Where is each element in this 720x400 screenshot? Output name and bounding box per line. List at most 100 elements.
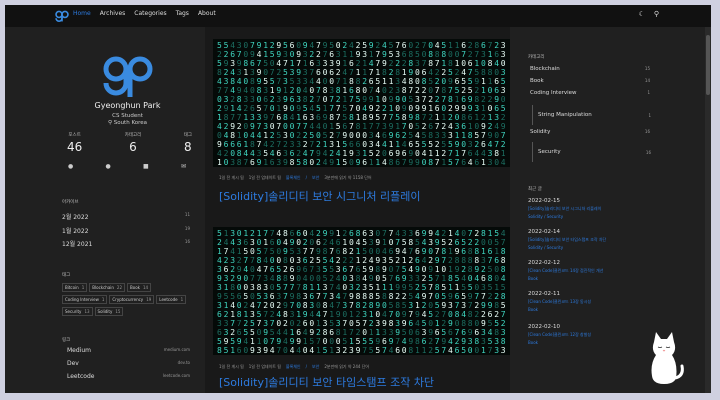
stat-categories[interactable]: 카테고리 6 [125,132,142,154]
tag-chip[interactable]: Solidity 15 [94,307,124,316]
matrix-glyph: 0 [455,50,460,59]
matrix-glyph: 0 [276,238,281,247]
archive-item[interactable]: 1월 2022 19 [62,226,190,235]
matrix-glyph: 9 [257,158,262,167]
matrix-glyph: 8 [303,283,308,292]
tag-chip[interactable]: Leetcode 1 [156,295,187,304]
matrix-glyph: 2 [422,301,427,310]
post-thumbnail[interactable]: 5214393936365814726315123395344322854172… [213,227,510,355]
matrix-glyph: 8 [356,86,361,95]
archive-item[interactable]: 12월 2021 16 [62,239,190,248]
link-item[interactable]: Dev dev.to [67,360,190,367]
matrix-glyph: 9 [402,274,407,283]
post-thumbnail[interactable]: 5258470214094152923739824620463484217986… [213,39,510,167]
site-logo[interactable] [55,9,69,22]
tag-chip[interactable]: Bitcoin 1 [62,283,88,292]
subcategory-item[interactable]: Security 16 [532,142,651,162]
menu-tags[interactable]: Tags [176,10,189,17]
menu-about[interactable]: About [198,10,216,17]
matrix-glyph: 1 [303,59,308,68]
matrix-glyph: 1 [455,283,460,292]
matrix-glyph: 2 [323,238,328,247]
matrix-glyph: 2 [316,50,321,59]
matrix-glyph: 0 [448,310,453,319]
matrix-glyph: 9 [389,95,394,104]
matrix-glyph: 7 [474,292,479,301]
matrix-glyph: 2 [336,68,341,77]
linkedin-icon[interactable]: ■ [143,163,149,170]
facebook-icon[interactable]: ● [106,163,111,170]
moon-icon[interactable]: ☾ [639,10,645,18]
matrix-glyph: 8 [356,122,361,131]
main-menu: Home Archives Categories Tags About [73,10,216,17]
matrix-glyph: 7 [316,86,321,95]
post-title[interactable]: [Solidity]솔리디티 보안 타임스탬프 조작 차단 [219,374,434,390]
matrix-glyph: 7 [257,274,262,283]
matrix-glyph: 3 [224,95,229,104]
category-item[interactable]: Solidity 16 [530,129,650,135]
category-item[interactable]: Coding Interview 1 [530,90,650,96]
matrix-glyph: 6 [224,265,229,274]
matrix-glyph: 3 [488,158,493,167]
matrix-glyph: 6 [415,328,420,337]
matrix-glyph: 4 [369,256,374,265]
matrix-glyph: 5 [316,256,321,265]
email-icon[interactable]: ✉ [181,163,186,170]
archive-item[interactable]: 2월 2022 11 [62,212,190,221]
stat-tags[interactable]: 태그 8 [184,132,192,154]
matrix-glyph: 5 [428,310,433,319]
category-item[interactable]: Book 14 [530,78,650,84]
matrix-glyph: 7 [329,283,334,292]
matrix-glyph: 7 [362,319,367,328]
link-item[interactable]: Leetcode leetcode.com [67,373,190,380]
matrix-glyph: 0 [474,283,479,292]
recent-post[interactable]: 2022-02-11 [Clean Code]클린코드 13장 동시성 Book [528,291,638,313]
matrix-glyph: 3 [369,140,374,149]
recent-post[interactable]: 2022-02-14 [Solidity]솔리디티 보안 타임스탬프 조작 차단 S… [528,229,638,251]
tag-chip[interactable]: Blockchain 22 [89,283,126,292]
matrix-glyph: 9 [303,310,308,319]
menu-categories[interactable]: Categories [134,10,166,17]
subcategory-item[interactable]: String Manipulation 1 [532,105,651,125]
matrix-glyph: 3 [224,77,229,86]
matrix-glyph: 1 [290,59,295,68]
menu-archives[interactable]: Archives [100,10,126,17]
matrix-glyph: 8 [481,68,486,77]
matrix-glyph: 1 [455,95,460,104]
link-item[interactable]: Medium medium.com [67,347,190,354]
scrollbar[interactable] [705,27,711,393]
category-item[interactable]: Blockchain 15 [530,66,650,72]
tag-chip[interactable]: Book 14 [127,283,152,292]
matrix-glyph: 1 [382,283,387,292]
matrix-glyph: 3 [408,229,413,238]
recent-post[interactable]: 2022-02-10 [Clean Code]클린코드 12장 창발성 Book [528,324,638,346]
tag-chip[interactable]: Security 13 [62,307,93,316]
menu-home[interactable]: Home [73,10,91,17]
matrix-glyph: 1 [481,158,486,167]
matrix-glyph: 9 [296,337,301,346]
tag-chip[interactable]: Coding Interview 1 [62,295,108,304]
matrix-glyph: 5 [455,86,460,95]
recent-post[interactable]: 2022-02-12 [Clean Code]클린코드 14장 점진적인 개선 Bo… [528,260,638,282]
matrix-glyph: 4 [230,86,235,95]
matrix-glyph: 4 [309,229,314,238]
matrix-glyph: 7 [408,86,413,95]
tag-chip[interactable]: Cryptocurrency 19 [109,295,155,304]
github-icon[interactable]: ● [68,163,73,170]
cat-mascot-icon[interactable] [640,328,686,386]
matrix-glyph: 5 [461,77,466,86]
matrix-glyph: 5 [309,337,314,346]
post-title[interactable]: [Solidity]솔리디티 보안 시그니처 리플레이 [219,188,420,204]
matrix-glyph: 1 [474,113,479,122]
matrix-glyph: 8 [323,301,328,310]
matrix-glyph: 2 [455,68,460,77]
search-icon[interactable]: ⚲ [654,10,659,18]
stat-posts[interactable]: 포스트 46 [67,132,82,154]
scrollbar-thumb[interactable] [706,35,710,95]
matrix-glyph: 3 [481,283,486,292]
recent-post[interactable]: 2022-02-15 [Solidity]솔리디티 보안 시그니처 리플레이 Sol… [528,198,638,220]
matrix-glyph: 0 [356,131,361,140]
matrix-glyph: 1 [362,122,367,131]
matrix-glyph: 2 [362,77,367,86]
matrix-glyph: 3 [263,283,268,292]
